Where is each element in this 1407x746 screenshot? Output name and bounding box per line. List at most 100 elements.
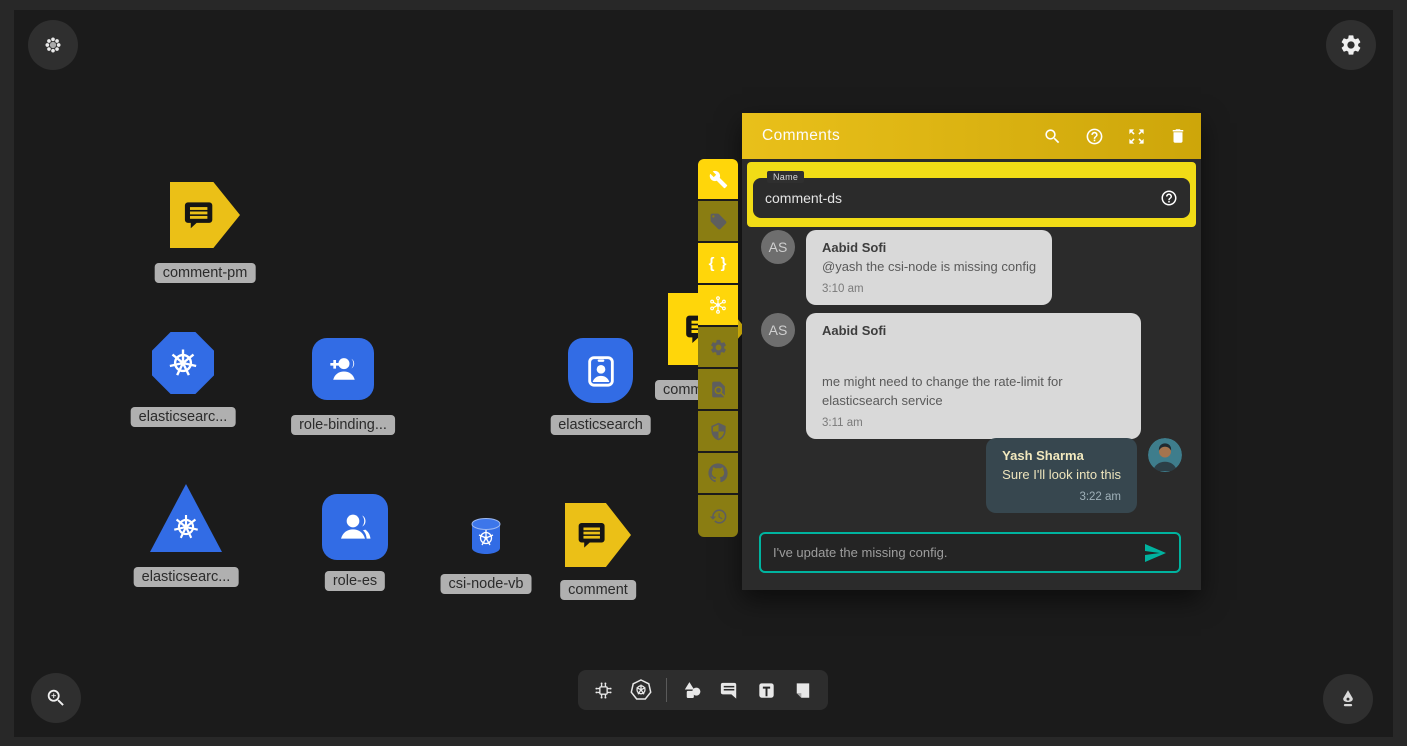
flower-icon <box>42 34 64 56</box>
shapes-tool-button[interactable] <box>681 679 704 702</box>
chat-message: AS Aabid Sofi @yash the csi-node is miss… <box>761 230 1052 305</box>
help-icon <box>1085 127 1104 146</box>
comments-panel: Comments <box>742 113 1201 590</box>
gear-icon <box>1339 33 1363 57</box>
kubernetes-wheel-icon <box>169 510 203 544</box>
meshsync-icon <box>708 295 728 315</box>
panel-title: Comments <box>762 127 1043 145</box>
avatar: AS <box>761 313 795 347</box>
service-account-node-icon <box>568 338 633 403</box>
message-time: 3:10 am <box>822 281 1036 298</box>
source-button[interactable] <box>698 453 738 495</box>
user-photo <box>1148 438 1182 472</box>
node-action-toolbar: { } <box>698 159 738 537</box>
kubernetes-octagon-icon <box>152 332 214 394</box>
message-time: 3:11 am <box>822 415 1125 432</box>
permissions-button[interactable] <box>698 411 738 453</box>
message-author: Aabid Sofi <box>822 322 1125 341</box>
meshsync-button[interactable] <box>698 285 738 327</box>
name-field-section: Name <box>747 162 1196 227</box>
configure-tool-button[interactable] <box>698 159 738 201</box>
message-time: 3:22 am <box>1002 489 1121 506</box>
search-icon <box>1043 127 1062 146</box>
node-comment-pm[interactable]: comment-pm <box>170 182 240 248</box>
cylinder-icon <box>469 517 503 555</box>
note-icon <box>791 679 814 702</box>
history-button[interactable] <box>698 495 738 537</box>
name-field[interactable]: Name <box>753 178 1190 218</box>
search-comments-button[interactable] <box>1043 127 1062 146</box>
message-bubble: Yash Sharma Sure I'll look into this 3:2… <box>986 438 1137 513</box>
node-elasticsearch-serviceaccount[interactable]: elasticsearch <box>568 338 633 403</box>
gear-icon <box>709 338 728 357</box>
annotation-pen-button[interactable] <box>1323 674 1373 724</box>
message-text: Sure I'll look into this <box>1002 466 1121 485</box>
pen-nib-icon <box>1337 688 1359 710</box>
history-icon <box>709 507 728 526</box>
note-tool-button[interactable] <box>791 679 814 702</box>
send-button[interactable] <box>1143 541 1167 565</box>
id-badge-icon <box>581 351 621 391</box>
kubernetes-wheel-icon <box>164 344 202 382</box>
message-text: @yash the csi-node is missing config <box>822 258 1036 277</box>
settings-button[interactable] <box>1326 20 1376 70</box>
toolbar-divider <box>666 678 667 702</box>
app-window: comment-pm elasticsearc... role-bi <box>0 0 1407 746</box>
comment-node-icon <box>565 503 631 567</box>
node-role-es[interactable]: role-es <box>322 494 388 560</box>
name-field-label: Name <box>767 171 804 183</box>
chat-bubble-icon <box>180 196 218 234</box>
delete-comments-button[interactable] <box>1169 127 1187 145</box>
inspect-resource-button[interactable] <box>698 369 738 411</box>
node-elasticsearch-octagon[interactable]: elasticsearc... <box>152 332 214 394</box>
json-config-button[interactable]: { } <box>698 243 738 285</box>
avatar <box>1148 438 1182 472</box>
node-label: elasticsearc... <box>131 407 236 427</box>
github-icon <box>708 463 728 483</box>
kubernetes-tool-button[interactable] <box>629 678 653 702</box>
node-label: comment-pm <box>155 263 256 283</box>
node-label: elasticsearch <box>550 415 651 435</box>
storage-cylinder-icon <box>469 517 503 555</box>
add-user-icon <box>324 350 362 388</box>
expand-panel-button[interactable] <box>1127 127 1146 146</box>
zoom-in-icon <box>45 687 67 709</box>
node-csi-node-vb[interactable]: csi-node-vb <box>469 517 503 555</box>
name-input[interactable] <box>765 190 1160 206</box>
components-tool-button[interactable] <box>592 679 615 702</box>
zoom-button[interactable] <box>31 673 81 723</box>
message-author: Aabid Sofi <box>822 239 1036 258</box>
help-icon[interactable] <box>1160 189 1178 207</box>
node-role-binding[interactable]: role-binding... <box>312 338 374 400</box>
comment-tool-button[interactable] <box>718 679 741 702</box>
chat-bubble-icon <box>574 517 610 553</box>
message-text: me might need to change the rate-limit f… <box>822 373 1125 411</box>
tag-icon <box>709 212 728 231</box>
node-label: role-binding... <box>291 415 395 435</box>
text-icon <box>755 679 778 702</box>
text-tool-button[interactable] <box>755 679 778 702</box>
app-menu-button[interactable] <box>28 20 78 70</box>
help-button[interactable] <box>1085 127 1104 146</box>
node-elasticsearch-triangle[interactable]: elasticsearc... <box>150 484 222 552</box>
kubernetes-icon <box>629 678 653 702</box>
node-label: role-es <box>325 571 385 591</box>
comment-icon <box>718 679 741 702</box>
label-tool-button[interactable] <box>698 201 738 243</box>
node-comment[interactable]: comment <box>565 503 631 567</box>
comments-panel-header[interactable]: Comments <box>742 113 1201 159</box>
message-bubble: Aabid Sofi me might need to change the r… <box>806 313 1141 439</box>
component-chip-icon <box>592 679 615 702</box>
chat-message: AS Aabid Sofi me might need to change th… <box>761 313 1141 439</box>
message-bubble: Aabid Sofi @yash the csi-node is missing… <box>806 230 1052 305</box>
comment-input[interactable] <box>773 545 1143 560</box>
expand-icon <box>1127 127 1146 146</box>
users-icon <box>335 507 375 547</box>
comment-node-icon <box>170 182 240 248</box>
shield-icon <box>709 422 728 441</box>
node-settings-button[interactable] <box>698 327 738 369</box>
node-label: comment <box>560 580 636 600</box>
wrench-icon <box>709 170 728 189</box>
kubernetes-triangle-icon <box>150 484 222 552</box>
comment-input-wrap <box>759 532 1181 573</box>
